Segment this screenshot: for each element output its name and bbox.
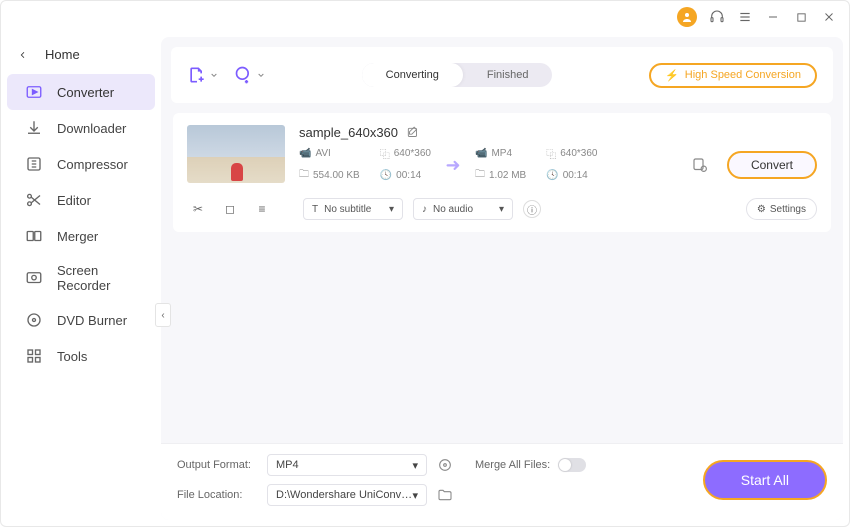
titlebar: [1, 1, 849, 33]
merge-label: Merge All Files:: [475, 459, 550, 471]
tab-converting[interactable]: Converting: [362, 63, 463, 87]
back-label: Home: [45, 47, 80, 62]
record-icon: [25, 269, 43, 287]
add-file-button[interactable]: [187, 65, 218, 85]
sidebar-item-dvd[interactable]: DVD Burner: [7, 302, 155, 338]
merge-icon: [25, 227, 43, 245]
subtitle-select[interactable]: T No subtitle▾: [303, 198, 403, 220]
info-icon[interactable]: ⓘ: [523, 200, 541, 218]
effects-icon[interactable]: ≡: [251, 198, 273, 220]
edit-name-icon[interactable]: [406, 126, 420, 140]
sidebar-item-label: Tools: [57, 349, 87, 364]
collapse-sidebar-handle[interactable]: ‹: [155, 303, 171, 327]
target-meta: 📹 MP4 ⿻ 640*360 🗀 1.02 MB 🕓 00:14: [475, 146, 598, 184]
sidebar-item-label: Converter: [57, 85, 114, 100]
file-card: sample_640x360 📹 AVI ⿻ 640*360 🗀 554.00 …: [173, 113, 831, 232]
add-url-button[interactable]: [234, 65, 265, 85]
sidebar-item-converter[interactable]: Converter: [7, 74, 155, 110]
sidebar-item-label: Editor: [57, 193, 91, 208]
file-name: sample_640x360: [299, 125, 398, 140]
output-format-select[interactable]: MP4▾: [267, 454, 427, 476]
sidebar-item-tools[interactable]: Tools: [7, 338, 155, 374]
output-settings-icon[interactable]: [691, 156, 709, 174]
footer: Output Format: MP4▾ Merge All Files: Fil…: [161, 443, 843, 520]
convert-button[interactable]: Convert: [727, 151, 817, 179]
output-format-label: Output Format:: [177, 459, 257, 471]
compress-icon: [25, 155, 43, 173]
open-folder-icon[interactable]: [437, 487, 453, 503]
sidebar-item-editor[interactable]: Editor: [7, 182, 155, 218]
topbar: Converting Finished ⚡ High Speed Convers…: [171, 47, 833, 103]
sidebar: Home Converter Downloader Compressor Edi…: [1, 33, 161, 526]
chevron-left-icon: [19, 49, 27, 61]
grid-icon: [25, 347, 43, 365]
headset-icon[interactable]: [709, 9, 725, 25]
video-thumbnail[interactable]: [187, 125, 285, 183]
settings-button[interactable]: ⚙ Settings: [746, 198, 817, 220]
arrow-right-icon: ➜: [439, 155, 467, 176]
tab-switch: Converting Finished: [362, 63, 553, 87]
menu-icon[interactable]: [737, 9, 753, 25]
high-speed-button[interactable]: ⚡ High Speed Conversion: [649, 63, 817, 88]
minimize-icon[interactable]: [765, 9, 781, 25]
back-home[interactable]: Home: [1, 41, 161, 74]
video-convert-icon: [25, 83, 43, 101]
download-icon: [25, 119, 43, 137]
bolt-icon: ⚡: [665, 69, 679, 82]
start-all-button[interactable]: Start All: [703, 460, 827, 500]
user-avatar[interactable]: [677, 7, 697, 27]
close-icon[interactable]: [821, 9, 837, 25]
source-meta: 📹 AVI ⿻ 640*360 🗀 554.00 KB 🕓 00:14: [299, 146, 431, 184]
audio-select[interactable]: ♪ No audio▾: [413, 198, 513, 220]
sidebar-item-downloader[interactable]: Downloader: [7, 110, 155, 146]
sidebar-item-label: DVD Burner: [57, 313, 127, 328]
crop-icon[interactable]: ◻: [219, 198, 241, 220]
sidebar-item-compressor[interactable]: Compressor: [7, 146, 155, 182]
merge-toggle[interactable]: [558, 458, 586, 472]
tab-finished[interactable]: Finished: [463, 63, 553, 87]
disc-icon: [25, 311, 43, 329]
file-location-label: File Location:: [177, 489, 257, 501]
maximize-icon[interactable]: [793, 9, 809, 25]
sidebar-item-label: Compressor: [57, 157, 128, 172]
sidebar-item-recorder[interactable]: Screen Recorder: [7, 254, 155, 302]
sidebar-item-label: Merger: [57, 229, 98, 244]
high-speed-label: High Speed Conversion: [685, 69, 801, 81]
output-settings-icon[interactable]: [437, 457, 453, 473]
sidebar-item-merger[interactable]: Merger: [7, 218, 155, 254]
sidebar-item-label: Screen Recorder: [57, 263, 137, 293]
file-location-select[interactable]: D:\Wondershare UniConverter 1▾: [267, 484, 427, 506]
main-panel: Converting Finished ⚡ High Speed Convers…: [161, 37, 843, 520]
sidebar-item-label: Downloader: [57, 121, 126, 136]
trim-icon[interactable]: ✂: [187, 198, 209, 220]
scissors-icon: [25, 191, 43, 209]
